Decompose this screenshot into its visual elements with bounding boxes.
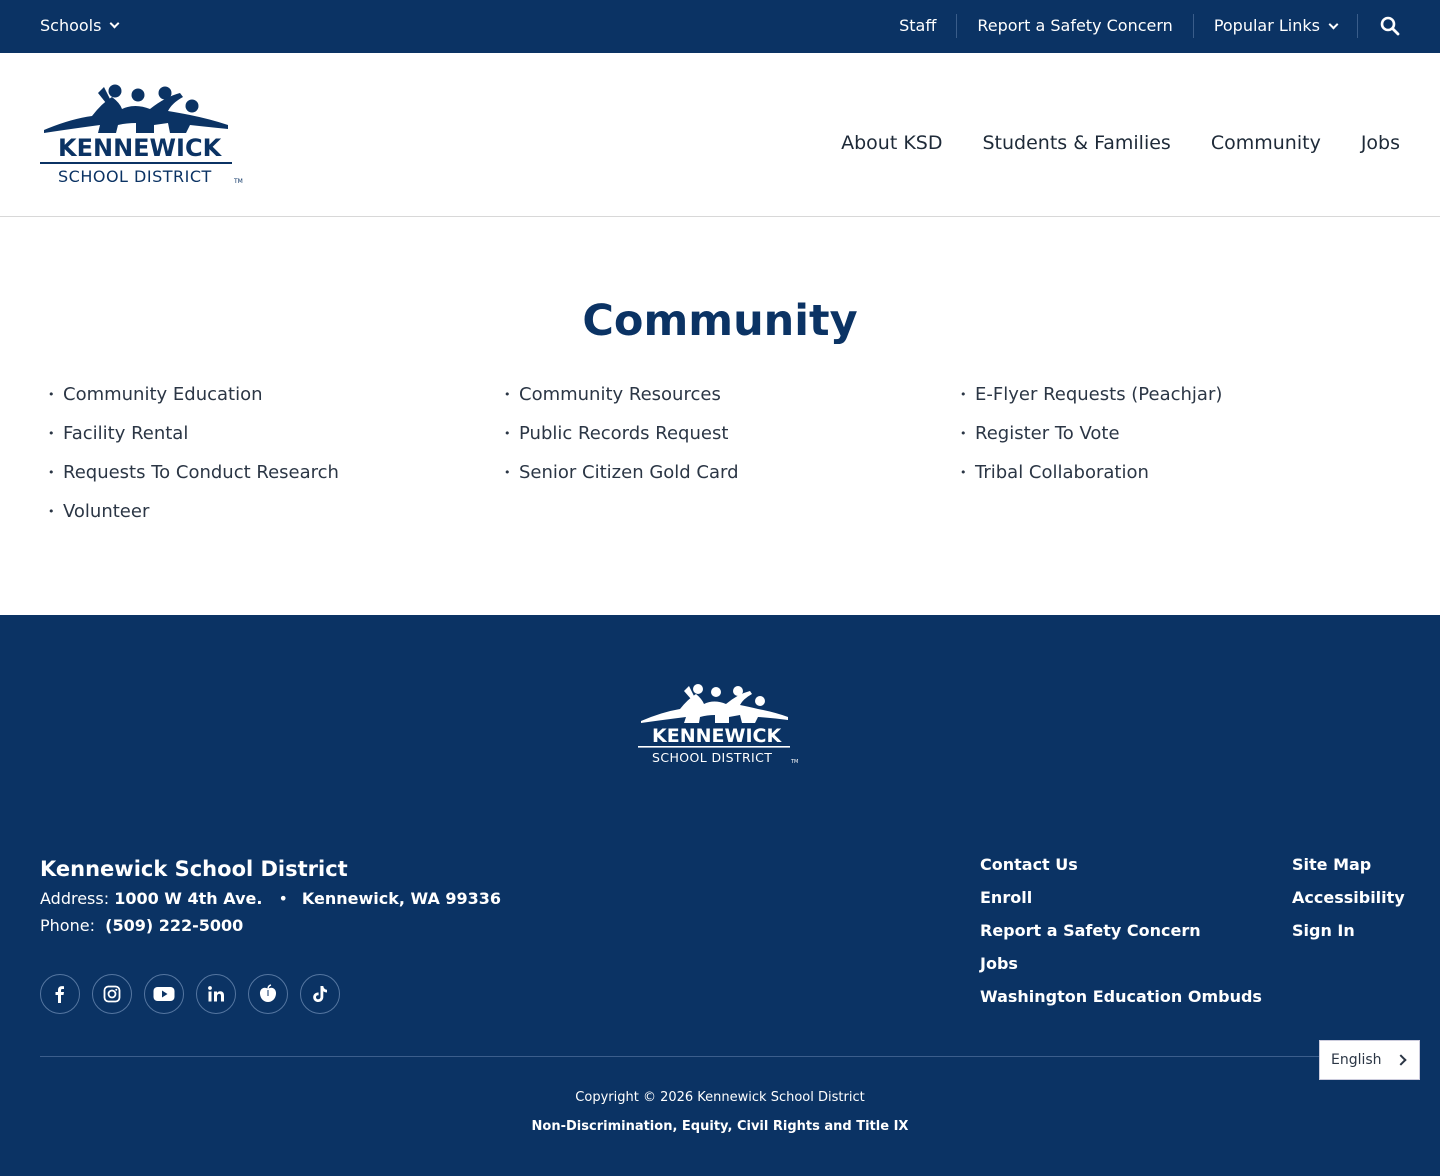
list-item[interactable]: • Volunteer — [48, 500, 504, 523]
popular-links-label: Popular Links — [1213, 16, 1320, 35]
footer-divider — [40, 1056, 1400, 1057]
report-safety-link[interactable]: Report a Safety Concern — [957, 14, 1194, 38]
youtube-icon[interactable] — [144, 974, 184, 1014]
footer-link-enroll[interactable]: Enroll — [980, 888, 1262, 907]
chevron-down-icon — [1328, 19, 1339, 29]
utility-links: Staff Report a Safety Concern Popular Li… — [899, 14, 1358, 38]
footer-links-primary: Contact Us Enroll Report a Safety Concer… — [980, 855, 1262, 1006]
bullet: • — [960, 388, 967, 401]
nav-community[interactable]: Community — [1211, 132, 1321, 154]
footer-link-sign-in[interactable]: Sign In — [1292, 921, 1405, 940]
svg-text:KENNEWICK: KENNEWICK — [652, 725, 782, 747]
bullet: • — [48, 505, 55, 518]
search-icon[interactable] — [1380, 16, 1400, 36]
popular-links-dropdown[interactable]: Popular Links — [1194, 14, 1358, 38]
bullet: • — [504, 427, 511, 440]
link-label: Public Records Request — [519, 423, 729, 444]
phone-label: Phone: — [40, 916, 95, 935]
peachjar-icon[interactable] — [248, 974, 288, 1014]
schools-label: Schools — [40, 16, 102, 35]
svg-text:SCHOOL DISTRICT: SCHOOL DISTRICT — [58, 167, 212, 186]
list-item[interactable]: • Requests To Conduct Research — [48, 461, 504, 484]
main-nav: About KSD Students & Families Community … — [841, 132, 1400, 154]
copyright: Copyright © 2026 Kennewick School Distri… — [575, 1090, 865, 1105]
page-title: Community — [582, 296, 858, 346]
staff-label: Staff — [899, 16, 937, 35]
nav-jobs[interactable]: Jobs — [1361, 132, 1400, 154]
link-label: Community Education — [63, 384, 263, 405]
district-name: Kennewick School District — [40, 857, 348, 881]
list-item[interactable]: • Facility Rental — [48, 422, 504, 445]
link-label: Community Resources — [519, 384, 721, 405]
address: Address: 1000 W 4th Ave. • Kennewick, WA 9… — [40, 889, 501, 908]
address-label: Address: — [40, 889, 110, 908]
footer-link-jobs[interactable]: Jobs — [980, 954, 1262, 973]
phone-number[interactable]: (509) 222-5000 — [105, 916, 243, 935]
site-header: KENNEWICK SCHOOL DISTRICT TM About KSD S… — [0, 53, 1440, 217]
nondiscrimination-link[interactable]: Non-Discrimination, Equity, Civil Rights… — [0, 1119, 1440, 1134]
bullet: • — [48, 427, 55, 440]
link-label: Volunteer — [63, 501, 150, 522]
site-footer: KENNEWICK SCHOOL DISTRICT TM Kennewick S… — [0, 615, 1440, 1176]
footer-links-secondary: Site Map Accessibility Sign In — [1292, 855, 1405, 940]
address-street: 1000 W 4th Ave. — [114, 889, 263, 908]
bullet: • — [504, 466, 511, 479]
list-item[interactable]: • Tribal Collaboration — [960, 461, 1416, 484]
staff-link[interactable]: Staff — [899, 14, 958, 38]
link-label: Tribal Collaboration — [975, 462, 1149, 483]
community-links: • Community Education • Community Resource… — [48, 383, 1418, 523]
language-selector[interactable]: English — [1319, 1040, 1420, 1080]
tiktok-icon[interactable] — [300, 974, 340, 1014]
linkedin-icon[interactable] — [196, 974, 236, 1014]
list-item[interactable]: • Public Records Request — [504, 422, 960, 445]
link-label: Register To Vote — [975, 423, 1120, 444]
footer-link-contact-us[interactable]: Contact Us — [980, 855, 1262, 874]
utility-bar: Schools Staff Report a Safety Concern Po… — [0, 0, 1440, 53]
footer-link-accessibility[interactable]: Accessibility — [1292, 888, 1405, 907]
link-label: Requests To Conduct Research — [63, 462, 339, 483]
list-item[interactable]: • E-Flyer Requests (Peachjar) — [960, 383, 1416, 406]
facebook-icon[interactable] — [40, 974, 80, 1014]
svg-text:TM: TM — [790, 759, 798, 765]
logo-text: KENNEWICK — [58, 134, 223, 162]
schools-dropdown[interactable]: Schools — [40, 16, 120, 35]
instagram-icon[interactable] — [92, 974, 132, 1014]
nav-about-ksd[interactable]: About KSD — [841, 132, 942, 154]
link-label: E-Flyer Requests (Peachjar) — [975, 384, 1223, 405]
nav-students-families[interactable]: Students & Families — [982, 132, 1170, 154]
address-city: Kennewick, WA 99336 — [301, 889, 502, 908]
footer-link-education-ombuds[interactable]: Washington Education Ombuds — [980, 987, 1262, 1006]
language-label: English — [1331, 1052, 1382, 1068]
bullet: • — [48, 466, 55, 479]
link-label: Facility Rental — [63, 423, 189, 444]
footer-link-site-map[interactable]: Site Map — [1292, 855, 1405, 874]
chevron-right-icon — [1395, 1054, 1407, 1066]
footer-link-report-safety[interactable]: Report a Safety Concern — [980, 921, 1262, 940]
list-item[interactable]: • Community Resources — [504, 383, 960, 406]
list-item[interactable]: • Community Education — [48, 383, 504, 406]
svg-text:SCHOOL DISTRICT: SCHOOL DISTRICT — [652, 750, 772, 765]
social-links — [40, 974, 340, 1014]
bullet: • — [960, 466, 967, 479]
bullet: • — [504, 388, 511, 401]
bullet: • — [48, 388, 55, 401]
link-label: Senior Citizen Gold Card — [519, 462, 739, 483]
district-logo[interactable]: KENNEWICK SCHOOL DISTRICT TM — [40, 83, 246, 189]
svg-text:TM: TM — [233, 178, 243, 185]
list-item[interactable]: • Register To Vote — [960, 422, 1416, 445]
bullet: • — [960, 427, 967, 440]
phone: Phone: (509) 222-5000 — [40, 916, 243, 935]
list-item[interactable]: • Senior Citizen Gold Card — [504, 461, 960, 484]
chevron-down-icon — [110, 18, 120, 29]
separator: • — [278, 889, 288, 908]
footer-district-logo[interactable]: KENNEWICK SCHOOL DISTRICT TM — [638, 683, 802, 769]
report-safety-label: Report a Safety Concern — [977, 16, 1173, 35]
